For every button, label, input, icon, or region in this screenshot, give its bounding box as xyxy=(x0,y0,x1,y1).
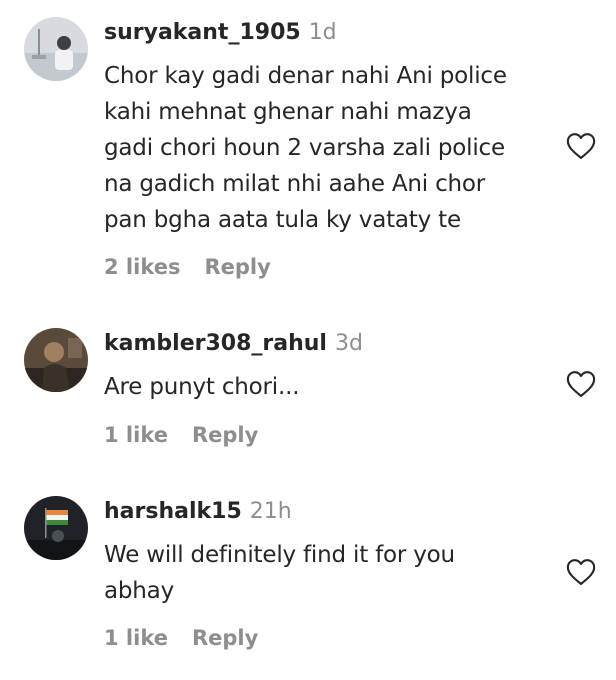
likes-count-button[interactable]: 2 likes xyxy=(104,255,180,279)
comments-list: suryakant_1905 1d Chor kay gadi denar na… xyxy=(0,0,616,680)
comment-timestamp: 3d xyxy=(334,331,363,356)
reply-button[interactable]: Reply xyxy=(204,255,270,279)
comment-text: Are punyt chori... xyxy=(104,369,544,405)
comment-text: Chor kay gadi denar nahi Ani police kahi… xyxy=(104,58,544,238)
comment-username[interactable]: kambler308_rahul xyxy=(104,331,327,356)
avatar-photo-icon xyxy=(24,496,88,560)
comment-timestamp: 1d xyxy=(308,20,337,45)
comment-text-line: na gadich milat nhi aahe Ani chor xyxy=(104,171,486,197)
comment-username[interactable]: suryakant_1905 xyxy=(104,20,301,45)
avatar[interactable] xyxy=(24,328,88,392)
comment-text-line: Are punyt chori... xyxy=(104,374,300,400)
heart-outline-icon[interactable] xyxy=(566,132,596,160)
avatar-photo-icon xyxy=(24,328,88,392)
comment-text-line: abhay xyxy=(104,578,174,604)
comment-text: We will definitely find it for you abhay xyxy=(104,537,544,609)
avatar[interactable] xyxy=(24,17,88,81)
comment-text-line: kahi mehnat ghenar nahi mazya xyxy=(104,99,472,125)
likes-count-button[interactable]: 1 like xyxy=(104,423,168,447)
comment-text-line: gadi chori houn 2 varsha zali police xyxy=(104,135,505,161)
comment-timestamp: 21h xyxy=(249,499,292,524)
reply-button[interactable]: Reply xyxy=(192,626,258,650)
comment-text-line: We will definitely find it for you xyxy=(104,542,455,568)
comment-text-line: Chor kay gadi denar nahi Ani police xyxy=(104,63,507,89)
heart-outline-icon[interactable] xyxy=(566,370,596,398)
reply-button[interactable]: Reply xyxy=(192,423,258,447)
avatar[interactable] xyxy=(24,496,88,560)
heart-outline-icon[interactable] xyxy=(566,558,596,586)
comment-username[interactable]: harshalk15 xyxy=(104,499,242,524)
comment-text-line: pan bgha aata tula ky vataty te xyxy=(104,207,461,233)
avatar-photo-icon xyxy=(24,17,88,81)
likes-count-button[interactable]: 1 like xyxy=(104,626,168,650)
